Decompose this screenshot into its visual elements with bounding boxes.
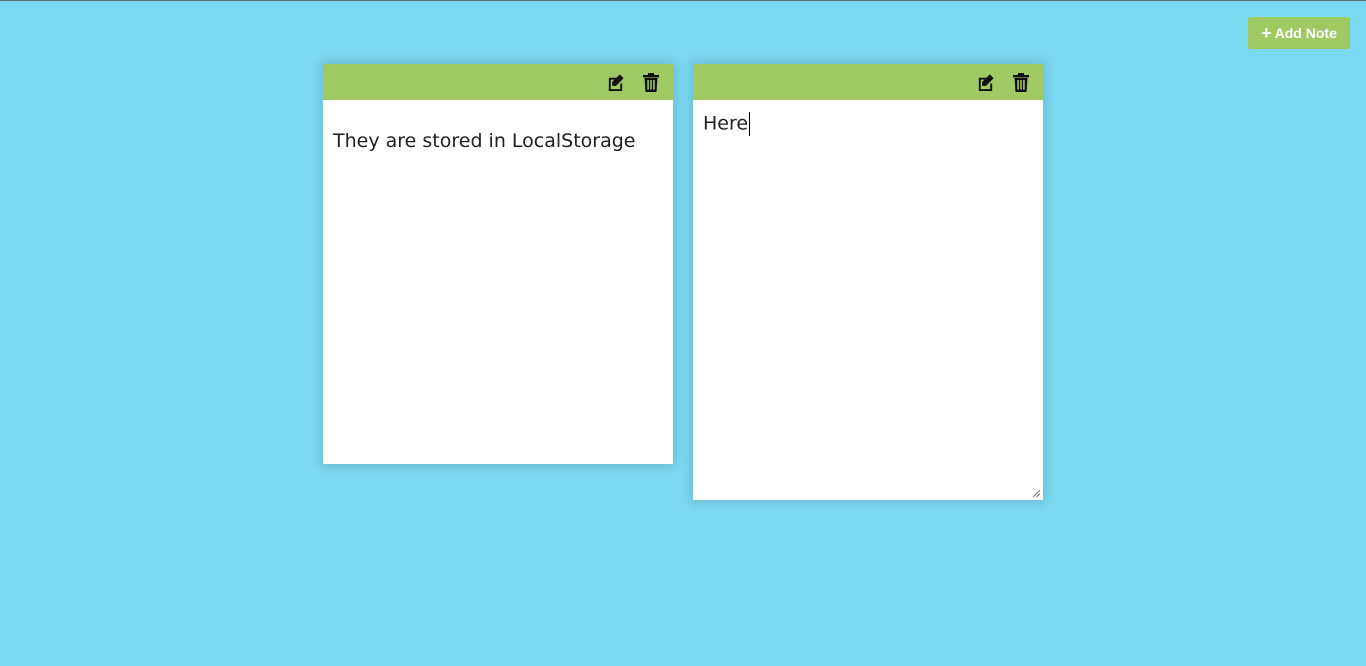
add-note-label: Add Note [1274, 25, 1337, 41]
note-textarea-content: Here [703, 112, 751, 136]
note-textarea-value: Here [703, 112, 749, 135]
trash-icon[interactable] [1011, 72, 1031, 92]
note-card: Here [693, 64, 1043, 500]
note-header [323, 64, 673, 100]
plus-icon: + [1261, 23, 1272, 43]
resize-handle-icon[interactable] [1032, 489, 1041, 498]
add-note-button[interactable]: + Add Note [1248, 17, 1350, 49]
note-textarea[interactable]: Here [693, 100, 1043, 500]
note-card: They are stored in LocalStorage [323, 64, 673, 464]
note-text[interactable]: They are stored in LocalStorage [323, 100, 673, 464]
edit-icon[interactable] [975, 72, 995, 92]
trash-icon[interactable] [641, 72, 661, 92]
edit-icon[interactable] [605, 72, 625, 92]
note-header [693, 64, 1043, 100]
text-caret [749, 112, 751, 136]
